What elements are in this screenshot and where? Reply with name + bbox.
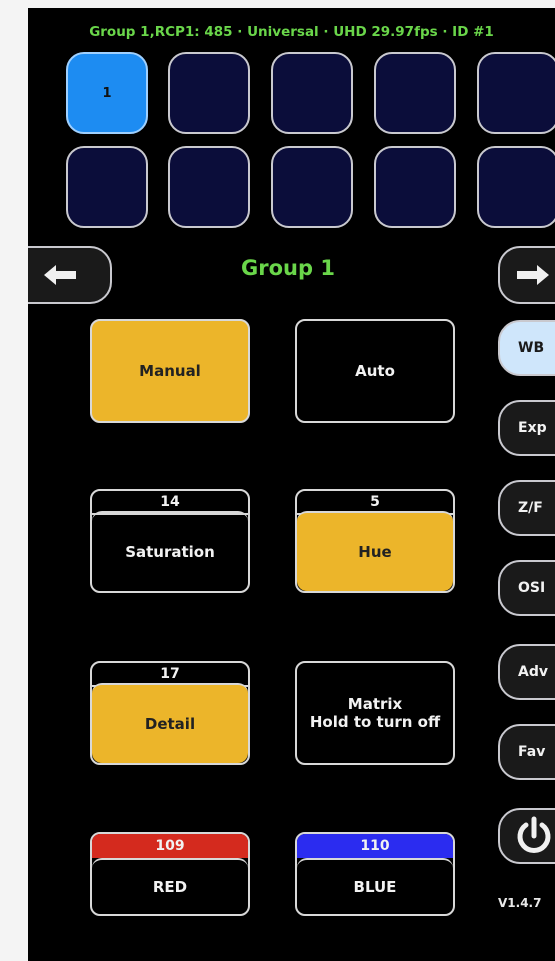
matrix-button[interactable]: Matrix Hold to turn off [295, 661, 455, 765]
detail-label: Detail [92, 683, 248, 763]
power-icon [517, 816, 551, 853]
side-menu-wb[interactable]: WB [498, 320, 555, 376]
side-menu-exp[interactable]: Exp [498, 400, 555, 456]
matrix-label: Matrix [347, 695, 403, 713]
side-menu-adv[interactable]: Adv [498, 644, 555, 700]
hue-button[interactable]: 5 Hue [295, 489, 455, 593]
next-group-button[interactable] [498, 246, 555, 304]
power-button[interactable] [498, 808, 555, 864]
matrix-hint: Hold to turn off [309, 713, 441, 731]
saturation-label: Saturation [92, 511, 248, 591]
camera-button-6[interactable] [66, 146, 148, 228]
red-gain-button[interactable]: 109 RED [90, 832, 250, 916]
rcp-screen: Group 1,RCP1: 485 · Universal · UHD 29.9… [28, 8, 555, 961]
side-menu-osd[interactable]: OSI [498, 560, 555, 616]
camera-button-8[interactable] [271, 146, 353, 228]
manual-button[interactable]: Manual [90, 319, 250, 423]
camera-button-9[interactable] [374, 146, 456, 228]
camera-button-10[interactable] [477, 146, 555, 228]
detail-button[interactable]: 17 Detail [90, 661, 250, 765]
arrow-right-icon [517, 265, 549, 285]
auto-button[interactable]: Auto [295, 319, 455, 423]
side-menu-zf[interactable]: Z/F [498, 480, 555, 536]
saturation-button[interactable]: 14 Saturation [90, 489, 250, 593]
side-menu-fav[interactable]: Fav [498, 724, 555, 780]
blue-gain-label: BLUE [297, 858, 453, 914]
red-gain-label: RED [92, 858, 248, 914]
camera-button-5[interactable] [477, 52, 555, 134]
camera-button-7[interactable] [168, 146, 250, 228]
camera-button-3[interactable] [271, 52, 353, 134]
hue-label: Hue [297, 511, 453, 591]
camera-button-2[interactable] [168, 52, 250, 134]
prev-group-button[interactable] [28, 246, 112, 304]
camera-button-4[interactable] [374, 52, 456, 134]
version-label: V1.4.7 [498, 896, 542, 910]
camera-button-1[interactable]: 1 [66, 52, 148, 134]
arrow-left-icon [44, 265, 76, 285]
status-bar: Group 1,RCP1: 485 · Universal · UHD 29.9… [89, 24, 494, 40]
blue-gain-value: 110 [297, 834, 453, 858]
group-title: Group 1 [241, 256, 335, 280]
red-gain-value: 109 [92, 834, 248, 858]
blue-gain-button[interactable]: 110 BLUE [295, 832, 455, 916]
